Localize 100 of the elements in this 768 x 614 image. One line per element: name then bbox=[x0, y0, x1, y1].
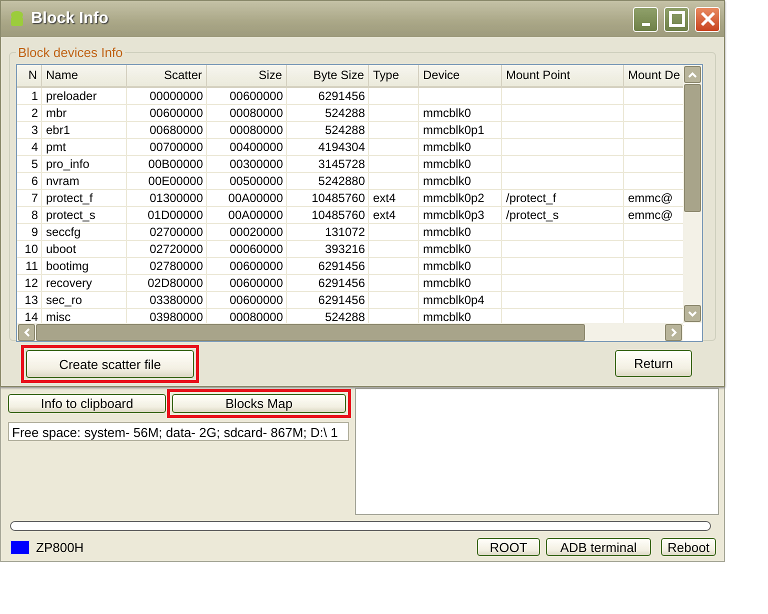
device-name: ZP800H bbox=[36, 540, 85, 554]
table-cell: 00680000 bbox=[150, 123, 203, 137]
table-cell: mmcblk0p3 bbox=[423, 208, 484, 222]
scroll-right-icon[interactable] bbox=[665, 324, 682, 341]
table-cell: 02D80000 bbox=[148, 276, 203, 290]
table-cell: 00060000 bbox=[230, 242, 283, 256]
vertical-scrollbar[interactable] bbox=[683, 65, 702, 323]
table-cell: /protect_s bbox=[506, 208, 559, 222]
table-cell: emmc@ bbox=[628, 191, 673, 205]
table-cell: 03380000 bbox=[150, 293, 203, 307]
column-header[interactable]: Size bbox=[207, 65, 287, 88]
scroll-thumb[interactable] bbox=[684, 84, 701, 212]
table-cell: mmcblk0 bbox=[423, 259, 472, 273]
table-cell: 00600000 bbox=[230, 276, 283, 290]
table-cell: 5242880 bbox=[318, 174, 365, 188]
table-cell: 524288 bbox=[324, 106, 365, 120]
table-cell: 00000000 bbox=[150, 89, 203, 103]
table-cell: mmcblk0 bbox=[423, 106, 472, 120]
table-cell: mmcblk0 bbox=[423, 140, 472, 154]
table-cell: 131072 bbox=[324, 225, 365, 239]
table-cell: misc bbox=[46, 310, 71, 324]
scroll-up-icon[interactable] bbox=[684, 66, 701, 83]
table-cell: 00700000 bbox=[150, 140, 203, 154]
root-button[interactable]: ROOT bbox=[477, 538, 540, 556]
table-cell: 00600000 bbox=[150, 106, 203, 120]
table-cell: 9 bbox=[31, 225, 38, 239]
table-cell: recovery bbox=[46, 276, 92, 290]
column-header[interactable]: Type bbox=[369, 65, 419, 88]
table-cell: 00400000 bbox=[230, 140, 283, 154]
close-button[interactable] bbox=[695, 6, 720, 32]
table-cell: 00020000 bbox=[230, 225, 283, 239]
table-cell: seccfg bbox=[46, 225, 81, 239]
table-cell: mmcblk0 bbox=[423, 225, 472, 239]
table-cell: 00500000 bbox=[230, 174, 283, 188]
table-cell: 03980000 bbox=[150, 310, 203, 324]
group-title: Block devices Info bbox=[17, 45, 124, 60]
table-cell: 4 bbox=[31, 140, 38, 154]
table-cell: 00600000 bbox=[230, 259, 283, 273]
column-header[interactable]: Scatter bbox=[127, 65, 207, 88]
table-cell: mmcblk0p1 bbox=[423, 123, 484, 137]
scroll-left-icon[interactable] bbox=[18, 324, 35, 341]
table-cell: mmcblk0 bbox=[423, 276, 472, 290]
table-cell: 393216 bbox=[324, 242, 365, 256]
table-cell: 00080000 bbox=[230, 310, 283, 324]
table-cell: nvram bbox=[46, 174, 80, 188]
table-cell: 00300000 bbox=[230, 157, 283, 171]
reboot-button[interactable]: Reboot bbox=[661, 538, 716, 556]
table-cell: 00E00000 bbox=[148, 174, 203, 188]
table-cell: sec_ro bbox=[46, 293, 82, 307]
minimize-button[interactable] bbox=[633, 6, 658, 32]
table-cell: protect_s bbox=[46, 208, 96, 222]
table-cell: 00080000 bbox=[230, 106, 283, 120]
table-cell: mbr bbox=[46, 106, 67, 120]
table-cell: mmcblk0p4 bbox=[423, 293, 484, 307]
table-cell: ext4 bbox=[373, 208, 396, 222]
column-header[interactable]: N bbox=[17, 65, 42, 88]
table-cell: 4194304 bbox=[318, 140, 365, 154]
table-cell: 10485760 bbox=[312, 208, 365, 222]
table-cell: 11 bbox=[26, 259, 38, 273]
table-cell: 524288 bbox=[324, 123, 365, 137]
scroll-thumb[interactable] bbox=[36, 324, 585, 341]
close-icon bbox=[700, 11, 716, 27]
column-header[interactable]: Device bbox=[419, 65, 502, 88]
scroll-down-icon[interactable] bbox=[684, 305, 701, 322]
column-header[interactable]: Mount De bbox=[624, 65, 684, 88]
column-header[interactable]: Byte Size bbox=[287, 65, 369, 88]
blocks-map-button[interactable]: Blocks Map bbox=[172, 394, 346, 413]
horizontal-scrollbar[interactable] bbox=[17, 323, 683, 341]
table-cell: 13 bbox=[24, 293, 38, 307]
table-cell: 10485760 bbox=[312, 191, 365, 205]
table-cell: pro_info bbox=[46, 157, 90, 171]
column-header[interactable]: Mount Point bbox=[502, 65, 624, 88]
return-button[interactable]: Return bbox=[615, 350, 692, 377]
free-space-field: Free space: system- 56M; data- 2G; sdcard- 867M; D:\ 1 bbox=[8, 422, 349, 441]
maximize-icon bbox=[668, 11, 684, 27]
table-cell: 01D00000 bbox=[148, 208, 203, 222]
table-cell: mmcblk0p2 bbox=[423, 191, 484, 205]
adb-terminal-button[interactable]: ADB terminal bbox=[546, 538, 651, 556]
table-cell: uboot bbox=[46, 242, 76, 256]
table-cell: 00A00000 bbox=[228, 208, 283, 222]
table-cell: mmcblk0 bbox=[423, 242, 472, 256]
table-cell: ebr1 bbox=[46, 123, 70, 137]
table-cell: 12 bbox=[24, 276, 38, 290]
table-cell: 5 bbox=[31, 157, 38, 171]
table-cell: mmcblk0 bbox=[423, 310, 472, 324]
clipboard-button[interactable]: Info to clipboard bbox=[8, 394, 166, 413]
maximize-button[interactable] bbox=[664, 6, 689, 32]
table-cell: 7 bbox=[31, 191, 38, 205]
table-cell: protect_f bbox=[46, 191, 93, 205]
table-cell: preloader bbox=[46, 89, 97, 103]
table-cell: 1 bbox=[31, 89, 38, 103]
column-header[interactable]: Name bbox=[42, 65, 127, 88]
table-cell: 02780000 bbox=[150, 259, 203, 273]
create-scatter-button[interactable]: Create scatter file bbox=[26, 350, 194, 378]
table-cell: 6291456 bbox=[318, 259, 365, 273]
table-cell: 02700000 bbox=[150, 225, 203, 239]
table-cell: bootimg bbox=[46, 259, 89, 273]
table-cell: emmc@ bbox=[628, 208, 673, 222]
table-cell: 3 bbox=[31, 123, 38, 137]
table-cell: 01300000 bbox=[150, 191, 203, 205]
